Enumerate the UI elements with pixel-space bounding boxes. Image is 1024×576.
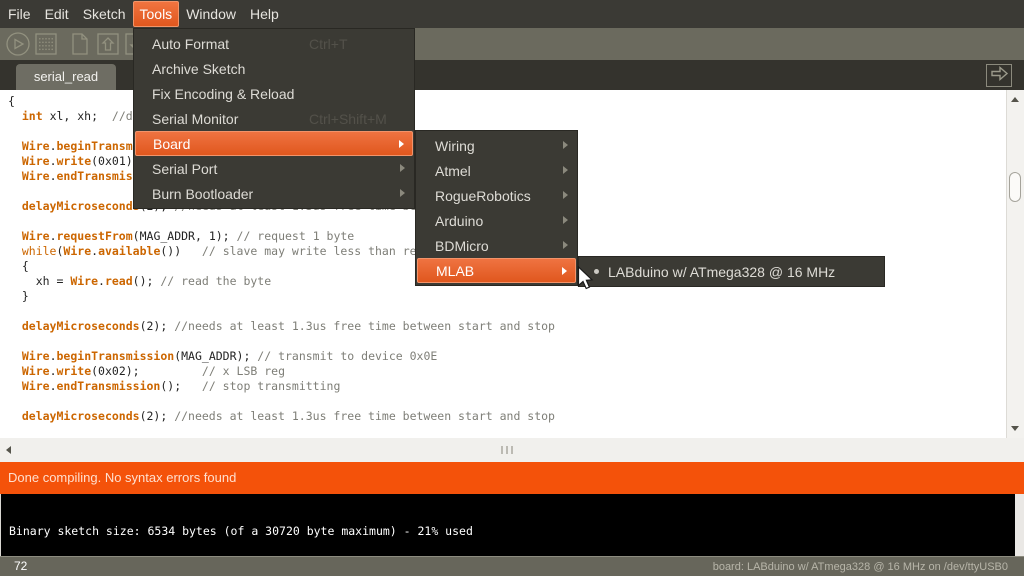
board-port-indicator: board: LABduino w/ ATmega328 @ 16 MHz on… [713,561,1008,573]
grid-square-icon [33,31,59,57]
tools-menu-item-fix-encoding-reload[interactable]: Fix Encoding & Reload [135,81,413,106]
scroll-up-icon[interactable] [1011,97,1019,102]
scroll-left-icon[interactable] [6,446,11,454]
tab-list-button[interactable] [986,64,1012,87]
line-number-indicator: 72 [14,559,27,573]
stop-button[interactable] [33,31,59,57]
menu-item-label: Burn Bootloader [152,186,253,202]
board-menu-item-arduino[interactable]: Arduino [417,208,576,233]
tools-menu-popup: Auto Format Ctrl+T Archive Sketch Fix Encod… [133,28,415,209]
menu-item-label: Wiring [435,138,475,154]
board-menu-item-bdmicro[interactable]: BDMicro [417,233,576,258]
tab-serial-read[interactable]: serial_read [16,64,116,90]
submenu-arrow-icon [563,141,568,149]
code-line: delayMicroseconds(2); //needs at least 1… [8,409,1006,424]
code-line [8,304,1006,319]
menu-item-label: Serial Port [152,161,217,177]
board-menu-item-atmel[interactable]: Atmel [417,158,576,183]
menu-item-label: LABduino w/ ATmega328 @ 16 MHz [608,264,835,280]
scroll-down-icon[interactable] [1011,426,1019,431]
menubar-item-tools[interactable]: Tools [133,1,180,27]
status-bar: Done compiling. No syntax errors found [0,462,1024,494]
verify-button[interactable] [5,31,31,57]
mlab-submenu-popup: LABduino w/ ATmega328 @ 16 MHz [578,256,885,287]
splitter-handle[interactable] [501,446,513,454]
menubar-item-file[interactable]: File [1,1,38,27]
tools-menu-item-archive-sketch[interactable]: Archive Sketch [135,56,413,81]
code-line [8,394,1006,409]
menu-item-label: Archive Sketch [152,61,245,77]
submenu-arrow-icon [400,189,405,197]
code-line: delayMicroseconds(2); //needs at least 1… [8,319,1006,334]
board-menu-item-wiring[interactable]: Wiring [417,133,576,158]
mlab-menu-item-labduino-w-atmega328-16-mhz[interactable]: LABduino w/ ATmega328 @ 16 MHz [580,259,883,284]
submenu-arrow-icon [563,216,568,224]
board-menu-item-roguerobotics[interactable]: RogueRobotics [417,183,576,208]
submenu-arrow-icon [400,164,405,172]
menubar-item-sketch[interactable]: Sketch [76,1,133,27]
menubar: FileEditSketchToolsWindowHelp [0,0,1024,28]
code-line: Wire.write(0x02); // x LSB reg [8,364,1006,379]
menubar-item-window[interactable]: Window [179,1,243,27]
menubar-item-help[interactable]: Help [243,1,286,27]
menu-item-label: BDMicro [435,238,489,254]
console-output: Binary sketch size: 6534 bytes (of a 307… [0,494,1024,556]
tools-menu-item-auto-format[interactable]: Auto Format Ctrl+T [135,31,413,56]
tools-menu-item-board[interactable]: Board [135,131,413,156]
footer-bar: 72 board: LABduino w/ ATmega328 @ 16 MHz… [0,556,1024,576]
code-line: } [8,289,1006,304]
status-message: Done compiling. No syntax errors found [8,470,236,485]
editor-horizontal-scrollbar[interactable] [0,438,1024,462]
new-sketch-button[interactable] [67,31,93,57]
submenu-arrow-icon [562,267,567,275]
menu-item-shortcut: Ctrl+Shift+M [309,111,387,127]
tools-menu-item-serial-monitor[interactable]: Serial Monitor Ctrl+Shift+M [135,106,413,131]
open-button[interactable] [95,31,121,57]
menu-item-label: MLAB [436,263,474,279]
board-menu-item-mlab[interactable]: MLAB [417,258,576,283]
arrow-right-icon [988,64,1010,88]
submenu-arrow-icon [563,166,568,174]
menu-item-label: RogueRobotics [435,188,531,204]
new-page-icon [67,31,93,57]
code-line: Wire.beginTransmission(MAG_ADDR); // tra… [8,349,1006,364]
menu-item-label: Serial Monitor [152,111,238,127]
console-text: Binary sketch size: 6534 bytes (of a 307… [9,524,473,538]
menu-item-label: Auto Format [152,36,229,52]
console-scrollbar[interactable] [1015,494,1024,556]
menu-item-label: Arduino [435,213,483,229]
tools-menu-item-burn-bootloader[interactable]: Burn Bootloader [135,181,413,206]
vertical-scrollbar-thumb[interactable] [1009,172,1021,202]
play-circle-icon [5,31,31,57]
tools-menu-item-serial-port[interactable]: Serial Port [135,156,413,181]
editor-vertical-scrollbar[interactable] [1006,90,1024,438]
menubar-item-edit[interactable]: Edit [38,1,76,27]
mouse-cursor [577,266,595,292]
submenu-arrow-icon [563,191,568,199]
code-line [8,334,1006,349]
menu-item-label: Board [153,136,190,152]
submenu-arrow-icon [399,140,404,148]
arrow-up-square-icon [95,31,121,57]
menu-item-label: Atmel [435,163,471,179]
code-line: Wire.endTransmission(); // stop transmit… [8,379,1006,394]
menu-item-shortcut: Ctrl+T [309,36,348,52]
menu-item-label: Fix Encoding & Reload [152,86,294,102]
submenu-arrow-icon [563,241,568,249]
board-submenu-popup: Wiring Atmel RogueRobotics Arduino BDMicro ML… [415,130,578,286]
